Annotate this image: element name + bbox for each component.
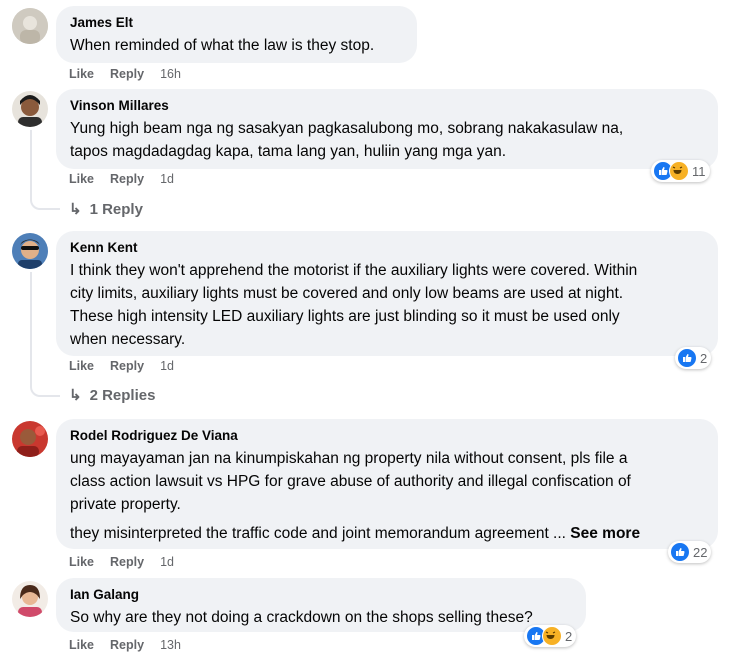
reply-arrow-icon: ↳	[69, 387, 82, 404]
reaction-count: 22	[693, 544, 708, 560]
comment-time[interactable]: 13h	[160, 638, 181, 652]
comment-time[interactable]: 1d	[160, 359, 174, 373]
reaction-summary[interactable]: 22	[668, 541, 712, 563]
reaction-count: 11	[692, 163, 706, 179]
comment-actions: Like Reply 1d	[69, 359, 190, 373]
comment-text-continued: they misinterpreted the traffic code and…	[70, 525, 641, 542]
reaction-summary[interactable]: 11	[651, 160, 710, 182]
like-button[interactable]: Like	[69, 638, 94, 652]
comment-actions: Like Reply 16h	[69, 67, 197, 81]
like-button[interactable]: Like	[69, 555, 94, 569]
comment-bubble: Kenn Kent I think they won't apprehend t…	[56, 231, 718, 356]
comment-author[interactable]: Ian Galang	[70, 586, 574, 604]
comment-text: When reminded of what the law is they st…	[70, 37, 375, 54]
comment-bubble: James Elt When reminded of what the law …	[56, 6, 417, 63]
reaction-summary[interactable]: 2	[675, 347, 712, 369]
comment-time[interactable]: 16h	[160, 67, 181, 81]
comment-actions: Like Reply 1d	[69, 172, 190, 186]
comment-text: ung mayayaman jan na kinumpiskahan ng pr…	[70, 450, 631, 513]
comment-text: I think they won't apprehend the motoris…	[70, 262, 638, 348]
comment-author[interactable]: Rodel Rodriguez De Viana	[70, 427, 706, 445]
comment-bubble: Ian Galang So why are they not doing a c…	[56, 578, 586, 632]
view-replies-link[interactable]: ↳ 2 Replies	[69, 386, 155, 405]
comment-text: Yung high beam nga ng sasakyan pagkasalu…	[70, 120, 624, 160]
see-more-link[interactable]: See more	[570, 525, 640, 542]
comment-time[interactable]: 1d	[160, 555, 174, 569]
like-icon	[670, 542, 690, 562]
comment-actions: Like Reply 1d	[69, 555, 190, 569]
comment-author[interactable]: James Elt	[70, 14, 405, 32]
avatar[interactable]	[12, 8, 48, 44]
reply-button[interactable]: Reply	[110, 172, 144, 186]
like-button[interactable]: Like	[69, 359, 94, 373]
comment-actions: Like Reply 13h	[69, 638, 197, 652]
haha-icon	[542, 626, 562, 646]
comment-bubble: Rodel Rodriguez De Viana ung mayayaman j…	[56, 419, 718, 549]
like-icon	[677, 348, 697, 368]
reply-button[interactable]: Reply	[110, 638, 144, 652]
view-replies-link[interactable]: ↳ 1 Reply	[69, 200, 143, 219]
avatar[interactable]	[12, 421, 48, 457]
reply-button[interactable]: Reply	[110, 359, 144, 373]
reply-arrow-icon: ↳	[69, 201, 82, 218]
reply-button[interactable]: Reply	[110, 555, 144, 569]
reaction-count: 2	[700, 350, 708, 366]
reaction-count: 2	[565, 628, 573, 644]
like-button[interactable]: Like	[69, 172, 94, 186]
avatar[interactable]	[12, 581, 48, 617]
comment-time[interactable]: 1d	[160, 172, 174, 186]
avatar[interactable]	[12, 233, 48, 269]
comment-text: So why are they not doing a crackdown on…	[70, 609, 533, 626]
comment-author[interactable]: Vinson Millares	[70, 97, 706, 115]
comment-author[interactable]: Kenn Kent	[70, 239, 706, 257]
reply-button[interactable]: Reply	[110, 67, 144, 81]
avatar[interactable]	[12, 91, 48, 127]
comment-bubble: Vinson Millares Yung high beam nga ng sa…	[56, 89, 718, 169]
thread-line	[30, 130, 60, 210]
thread-line	[30, 272, 60, 397]
like-button[interactable]: Like	[69, 67, 94, 81]
haha-icon	[669, 161, 689, 181]
reaction-summary[interactable]: 2	[524, 625, 577, 647]
